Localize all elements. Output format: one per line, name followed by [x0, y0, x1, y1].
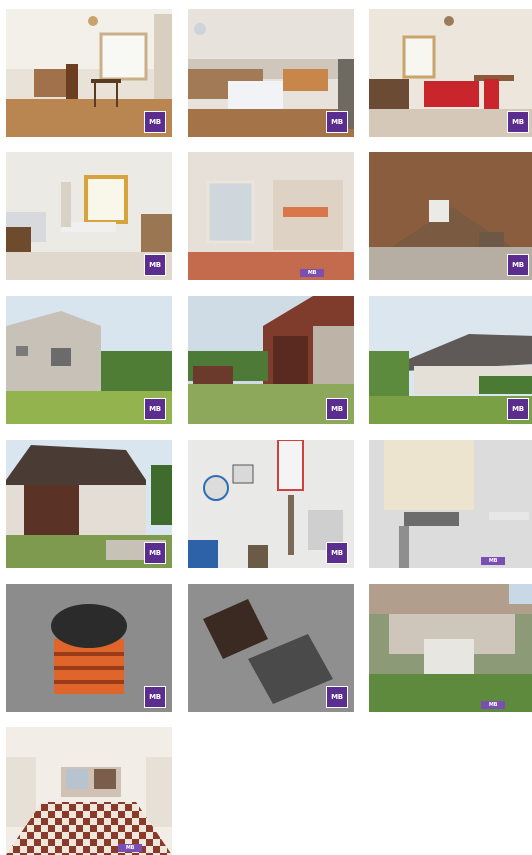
watermark-badge: MB: [507, 398, 529, 420]
watermark-text: MB: [331, 405, 343, 413]
watermark-text: MB: [149, 405, 161, 413]
gallery-photo-16[interactable]: MB: [6, 727, 172, 855]
watermark-text: MB: [125, 845, 135, 851]
watermark-text: MB: [149, 261, 161, 269]
gallery-photo-3[interactable]: MB: [369, 9, 532, 137]
gallery-photo-5[interactable]: MB: [188, 152, 354, 280]
watermark-badge: MB: [507, 111, 529, 133]
gallery-photo-10[interactable]: MB: [6, 440, 172, 568]
watermark-text: MB: [149, 693, 161, 701]
watermark-badge: MB: [326, 542, 348, 564]
exterior-photo-icon: [369, 584, 532, 712]
watermark-text: MB: [331, 693, 343, 701]
watermark-badge: MB: [481, 557, 505, 565]
watermark-badge: MB: [326, 398, 348, 420]
gallery-photo-13[interactable]: MB: [6, 584, 172, 712]
gallery-photo-12[interactable]: MB: [369, 440, 532, 568]
watermark-badge: MB: [300, 269, 324, 277]
photo-gallery: MB MB MB MB MB MB MB MB MB MB MB MB MB M…: [0, 0, 532, 855]
room-photo-icon: [6, 727, 172, 855]
gallery-photo-7[interactable]: MB: [6, 296, 172, 424]
watermark-text: MB: [331, 549, 343, 557]
room-photo-icon: [188, 152, 354, 280]
watermark-text: MB: [512, 261, 524, 269]
gallery-photo-4[interactable]: MB: [6, 152, 172, 280]
watermark-text: MB: [488, 558, 498, 564]
gallery-photo-2[interactable]: MB: [188, 9, 354, 137]
gallery-photo-11[interactable]: MB: [188, 440, 354, 568]
watermark-badge: MB: [144, 686, 166, 708]
watermark-badge: MB: [118, 844, 142, 852]
gallery-photo-15[interactable]: MB: [369, 584, 532, 712]
watermark-badge: MB: [481, 701, 505, 709]
gallery-photo-8[interactable]: MB: [188, 296, 354, 424]
watermark-badge: MB: [144, 111, 166, 133]
watermark-text: MB: [307, 270, 317, 276]
watermark-text: MB: [331, 118, 343, 126]
watermark-badge: MB: [144, 542, 166, 564]
watermark-text: MB: [512, 118, 524, 126]
watermark-text: MB: [488, 702, 498, 708]
watermark-text: MB: [149, 118, 161, 126]
gallery-photo-1[interactable]: MB: [6, 9, 172, 137]
watermark-badge: MB: [507, 254, 529, 276]
utility-photo-icon: [369, 440, 532, 568]
watermark-text: MB: [512, 405, 524, 413]
watermark-badge: MB: [326, 111, 348, 133]
gallery-photo-14[interactable]: MB: [188, 584, 354, 712]
watermark-badge: MB: [144, 254, 166, 276]
gallery-photo-9[interactable]: MB: [369, 296, 532, 424]
watermark-badge: MB: [144, 398, 166, 420]
watermark-text: MB: [149, 549, 161, 557]
gallery-photo-6[interactable]: MB: [369, 152, 532, 280]
watermark-badge: MB: [326, 686, 348, 708]
